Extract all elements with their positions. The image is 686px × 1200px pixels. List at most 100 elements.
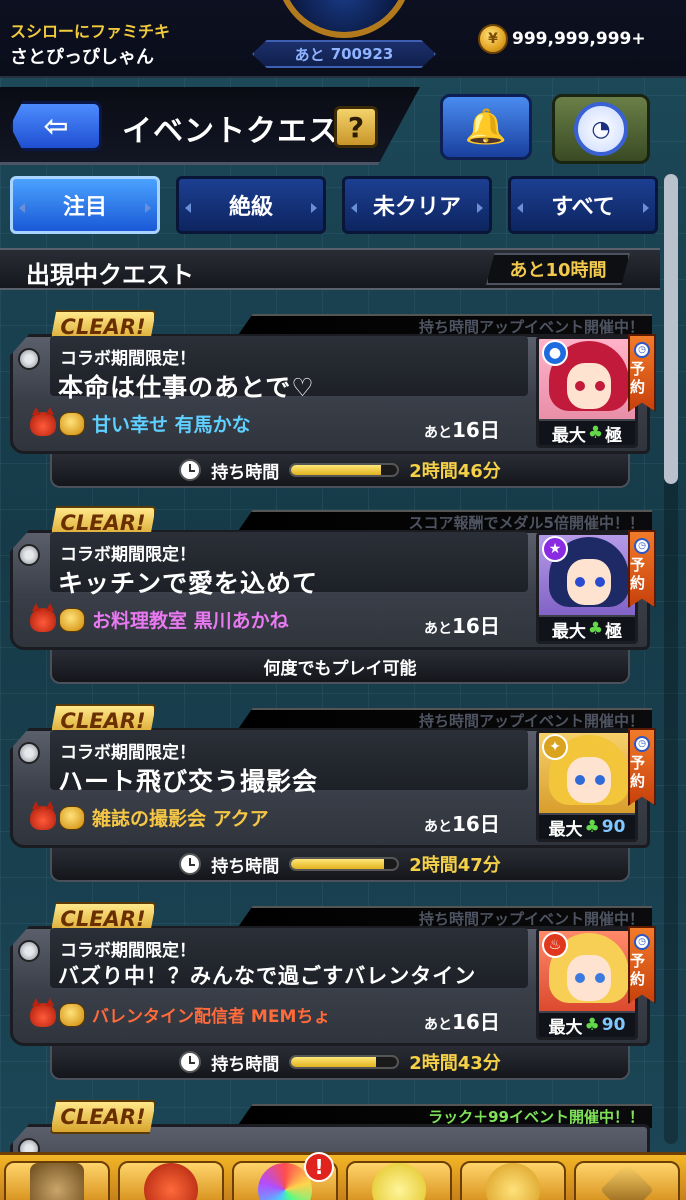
username: さとぴっぴしゃん: [10, 47, 154, 68]
days-value: 16日: [452, 812, 500, 836]
top-status-bar: スシローにファミチキ さとぴっぴしゃん あと 700923 ¥ 999,999,…: [0, 0, 686, 78]
tab-ultimate[interactable]: 絶級: [176, 176, 326, 234]
days-prefix: あと: [424, 1017, 452, 1033]
quest-card[interactable]: 持ち時間アップイベント開催中！ CLEAR! コラボ期間限定！ 本命は仕事のあと…: [10, 310, 656, 490]
days-remaining: あと16日: [424, 610, 500, 639]
reserve-clock-icon: ◷: [634, 736, 650, 752]
days-remaining: あと16日: [424, 808, 500, 837]
notification-bell-button[interactable]: 🔔: [440, 94, 532, 160]
play-anytime-label: 何度でもプレイ可能: [263, 658, 417, 679]
character-eye: [595, 381, 605, 391]
treasure-icon: [59, 805, 85, 830]
scrollbar-thumb[interactable]: [664, 174, 678, 484]
tab-uncleared[interactable]: 未クリア: [342, 176, 492, 234]
section-time-left: あと10時間: [486, 253, 630, 285]
balloon-icon: [486, 1163, 540, 1200]
quest-subtitle: コラボ期間限定！: [60, 349, 196, 369]
character-eye: [595, 577, 605, 587]
coin-counter[interactable]: ¥ 999,999,999+: [478, 24, 646, 54]
egg-item-icon: [59, 607, 85, 632]
diamond-icon: [600, 1163, 654, 1200]
boss-name: 甘い幸せ 有馬かな: [92, 414, 251, 436]
back-button[interactable]: ⇦: [10, 101, 102, 151]
section-title: 出現中クエスト: [26, 261, 194, 289]
character-eye: [575, 775, 585, 785]
quest-card[interactable]: スコア報酬でメダル5倍開催中！！ CLEAR! コラボ期間限定！ キッチンで愛を…: [10, 506, 656, 686]
select-dot-icon: [18, 544, 40, 566]
days-prefix: あと: [424, 819, 452, 835]
level-value: 90: [601, 1015, 626, 1035]
filter-tabs: 注目 絶級 未クリア すべて: [10, 176, 660, 236]
boss-row: 甘い幸せ 有馬かな: [30, 406, 251, 437]
quest-title: バズり中！？みんなで過ごすバレンタイン: [58, 964, 477, 988]
time-label: 持ち時間: [211, 856, 280, 877]
nav-other[interactable]: [574, 1161, 680, 1200]
character-eye: [595, 775, 605, 785]
nav-quests[interactable]: [346, 1161, 452, 1200]
nav-monsters[interactable]: [118, 1161, 224, 1200]
tab-featured[interactable]: 注目: [10, 176, 160, 234]
nav-social[interactable]: [460, 1161, 566, 1200]
days-value: 16日: [452, 418, 500, 442]
bell-icon: 🔔: [464, 107, 508, 147]
gate-icon: [30, 1163, 84, 1200]
water-element-icon: ●: [542, 340, 568, 366]
level-badge: 最大 ♣ 90: [539, 1011, 635, 1037]
help-button[interactable]: ?: [334, 106, 378, 148]
level-label: 最大: [548, 1017, 583, 1038]
quest-footer: 何度でもプレイ可能: [50, 650, 630, 684]
comment-text: スシローにファミチキ: [10, 22, 171, 41]
bottom-navigation: [0, 1152, 686, 1200]
event-timer-button[interactable]: ◔: [552, 94, 650, 164]
days-value: 16日: [452, 614, 500, 638]
coin-icon: ¥: [478, 24, 508, 54]
reserve-ribbon[interactable]: ◷ 予約: [628, 926, 656, 1004]
time-value: 2時間46分: [409, 461, 501, 482]
level-label: 最大: [551, 621, 586, 642]
quest-card[interactable]: 持ち時間アップイベント開催中！ CLEAR! コラボ期間限定！ バズり中！？みん…: [10, 902, 656, 1082]
demon-icon: [30, 800, 56, 830]
days-prefix: あと: [424, 425, 452, 441]
page-title: イベントクエスト: [122, 114, 370, 149]
level-value: 極: [605, 621, 623, 642]
coin-amount: 999,999,999+: [512, 29, 646, 49]
reserve-clock-icon: ◷: [634, 538, 650, 554]
time-progress-fill: [291, 859, 385, 869]
treasure-icon: [59, 411, 85, 436]
reserve-label: 予約: [630, 556, 646, 592]
clover-icon: ♣: [584, 817, 600, 837]
gacha-alert-badge: !: [304, 1152, 334, 1182]
time-progress-fill: [291, 1057, 376, 1067]
reserve-clock-icon: ◷: [634, 934, 650, 950]
reserve-ribbon[interactable]: ◷ 予約: [628, 728, 656, 806]
reserve-ribbon[interactable]: ◷ 予約: [628, 530, 656, 608]
remain-value: 700923: [330, 45, 394, 63]
boss-name: お料理教室 黒川あかね: [92, 610, 289, 632]
reserve-ribbon[interactable]: ◷ 予約: [628, 334, 656, 412]
dark-element-icon: ★: [542, 536, 568, 562]
reserve-label: 予約: [630, 952, 646, 988]
character-eye: [595, 973, 605, 983]
demon-icon: [30, 406, 56, 436]
demon-icon: [30, 602, 56, 632]
quest-footer: 持ち時間 2時間46分: [50, 454, 630, 488]
rank-medal-icon: [276, 0, 412, 38]
quest-footer: 持ち時間 2時間43分: [50, 1046, 630, 1080]
time-progress-fill: [291, 465, 382, 475]
reserve-clock-icon: ◷: [634, 342, 650, 358]
tab-all[interactable]: すべて: [508, 176, 658, 234]
level-label: 最大: [551, 425, 586, 446]
clover-icon: ♣: [587, 423, 604, 443]
time-value: 2時間47分: [409, 855, 501, 876]
character-eye: [575, 973, 585, 983]
egg-icon: [372, 1163, 426, 1200]
clear-badge: CLEAR!: [50, 1100, 156, 1134]
quest-card[interactable]: ラック＋99イベント開催中！！ CLEAR!: [10, 1100, 652, 1200]
level-badge: 最大 ♣ 90: [539, 813, 635, 839]
days-remaining: あと16日: [424, 1006, 500, 1035]
select-dot-icon: [18, 742, 40, 764]
nav-home[interactable]: [4, 1161, 110, 1200]
clock-icon: [179, 1051, 202, 1073]
quest-card[interactable]: 持ち時間アップイベント開催中！ CLEAR! コラボ期間限定！ ハート飛び交う撮…: [10, 704, 656, 884]
boss-row: お料理教室 黒川あかね: [30, 602, 289, 633]
